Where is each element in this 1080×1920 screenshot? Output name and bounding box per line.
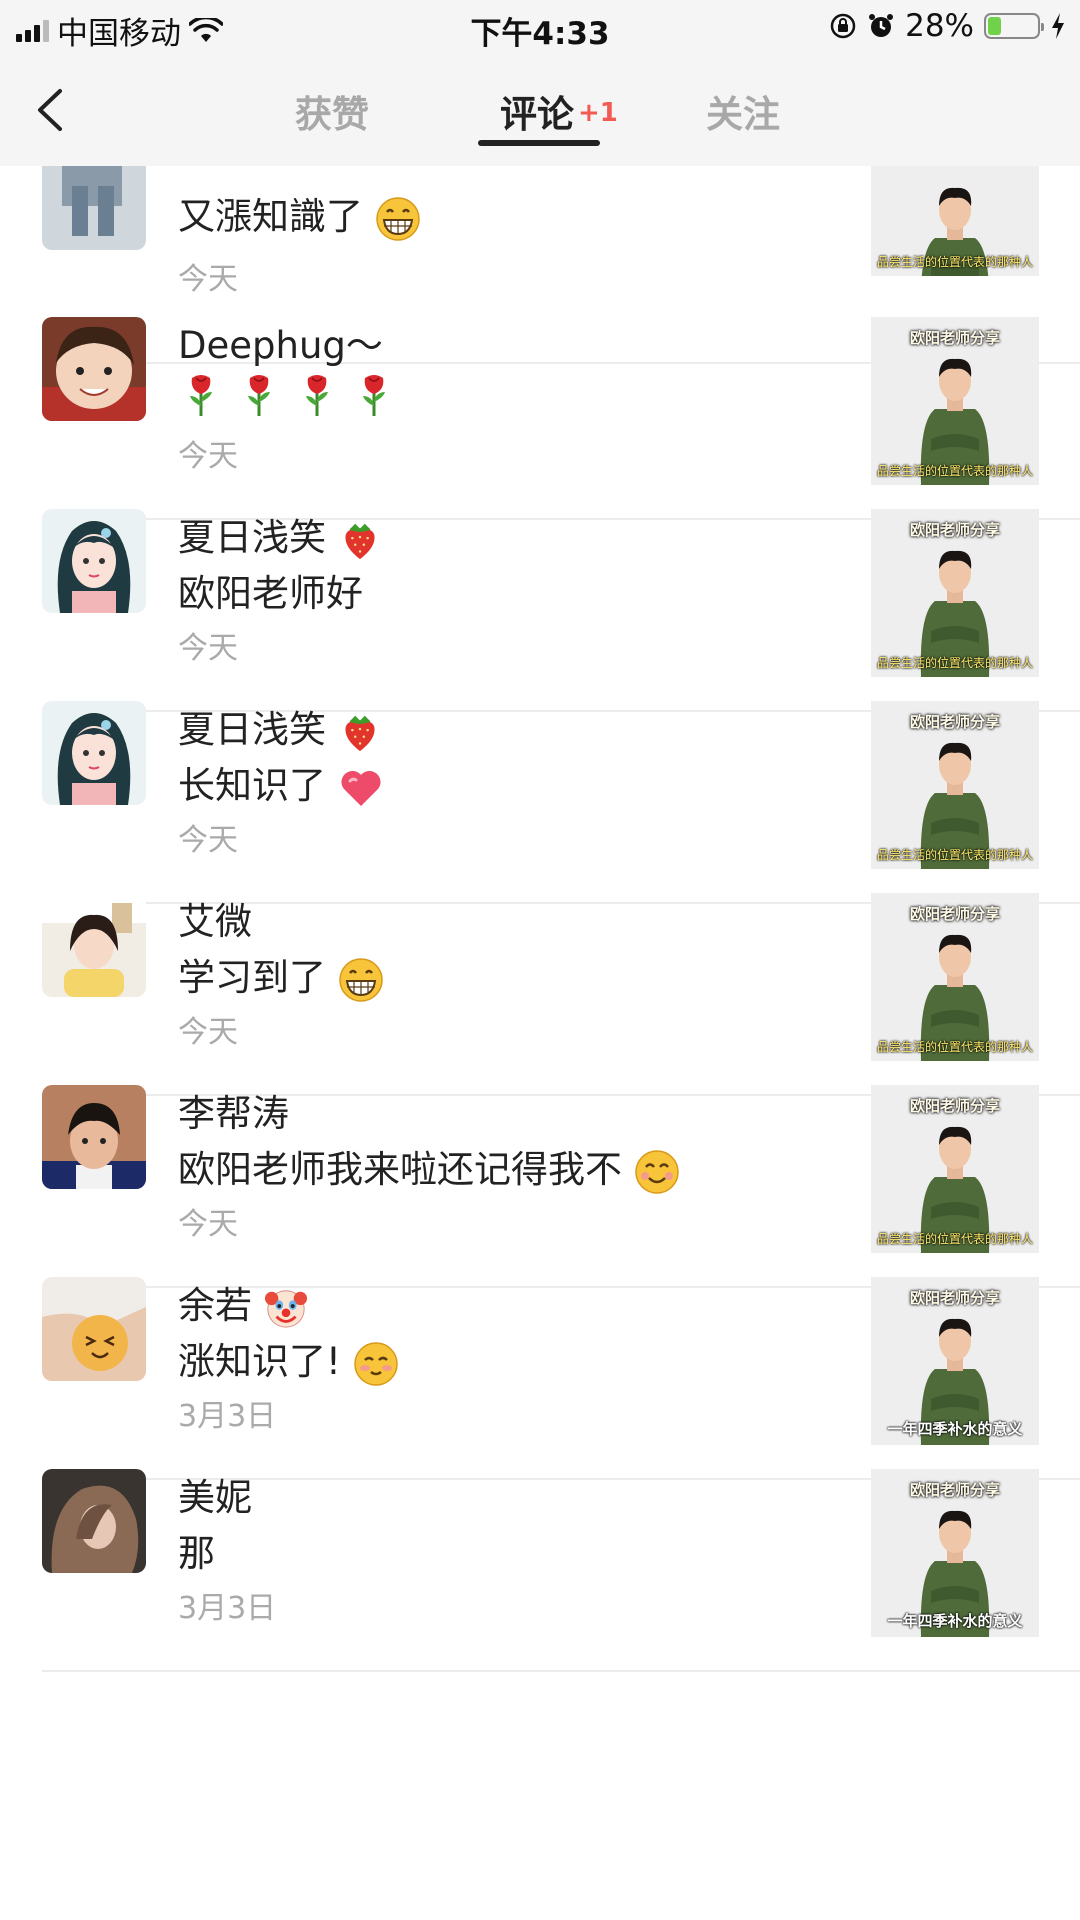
video-thumbnail[interactable]: 欧阳老师分享 品尝生活的位置代表的那种人 — [871, 701, 1039, 869]
comment-username[interactable]: 夏日浅笑 — [178, 507, 382, 562]
status-bar: 中国移动 下午4:33 28% — [0, 0, 1080, 54]
smile-icon — [635, 1149, 679, 1194]
comment-username[interactable]: 艾微 — [178, 891, 252, 945]
row-divider — [42, 1670, 1080, 1672]
video-thumbnail[interactable]: 欧阳老师分享 品尝生活的位置代表的那种人 — [871, 509, 1039, 677]
thumbnail-title: 欧阳老师分享 — [909, 1481, 1000, 1499]
blush-icon — [353, 1341, 398, 1386]
thumbnail-title: 欧阳老师分享 — [909, 1097, 1000, 1115]
comment-time: 今天 — [178, 823, 238, 858]
thumbnail-caption: 品尝生活的位置代表的那种人 — [876, 255, 1033, 269]
strawberry-icon — [345, 523, 375, 559]
thumbnail-title: 欧阳老师分享 — [909, 1289, 1000, 1307]
strawberry-icon — [345, 715, 375, 751]
video-thumbnail[interactable]: 欧阳老师分享 品尝生活的位置代表的那种人 — [871, 1085, 1039, 1253]
user-avatar[interactable] — [42, 509, 146, 613]
comment-time: 今天 — [178, 631, 238, 666]
tab-likes[interactable]: 获赞 — [295, 84, 369, 138]
tab-following[interactable]: 关注 — [706, 84, 780, 138]
user-avatar[interactable] — [42, 1085, 146, 1189]
thumbnail-caption: 一年四季补水的意义 — [887, 1612, 1023, 1630]
battery-icon — [984, 13, 1044, 39]
back-arrow-icon[interactable] — [34, 88, 66, 132]
rose-icon — [305, 374, 328, 416]
comment-text: 欧阳老师好 — [178, 572, 363, 615]
charging-icon — [1052, 13, 1064, 39]
alarm-icon — [869, 14, 894, 37]
comment-username[interactable]: 李帮涛 — [178, 1083, 289, 1137]
video-thumbnail[interactable]: 欧阳老师分享 品尝生活的位置代表的那种人 — [871, 317, 1039, 485]
battery-percent: 28% — [905, 8, 974, 44]
thumbnail-title: 欧阳老师分享 — [909, 521, 1000, 539]
comment-time: 3月3日 — [178, 1399, 277, 1434]
thumbnail-title: 欧阳老师分享 — [909, 329, 1000, 347]
rose-emojis — [178, 371, 397, 416]
comment-text — [178, 371, 397, 418]
comment-time: 今天 — [178, 1015, 238, 1050]
active-tab-indicator — [478, 140, 600, 146]
user-avatar[interactable] — [42, 893, 146, 997]
comment-time: 3月3日 — [178, 1591, 277, 1626]
comment-username[interactable]: 余若 — [178, 1275, 308, 1330]
grin-icon — [376, 196, 420, 241]
comment-username[interactable]: Deephug～ — [178, 315, 383, 369]
tab-comments[interactable]: 评论 +1 — [500, 84, 618, 138]
video-thumbnail[interactable]: 欧阳老师分享 品尝生活的位置代表的那种人 — [871, 893, 1039, 1061]
rose-icon — [247, 374, 270, 416]
clown-icon — [264, 1289, 307, 1328]
comment-username[interactable]: 美妮 — [178, 1467, 252, 1521]
comment-time: 今天 — [178, 1207, 238, 1242]
rose-icon — [190, 374, 212, 416]
new-count-badge: +1 — [578, 98, 618, 128]
comment-text: 欧阳老师我来啦还记得我不 — [178, 1139, 680, 1195]
comment-text: 学习到了 — [178, 947, 384, 1003]
thumbnail-title: 欧阳老师分享 — [909, 905, 1000, 923]
user-avatar[interactable] — [42, 1277, 146, 1381]
grin-icon — [339, 957, 383, 1002]
status-right: 28% — [829, 8, 1066, 44]
thumbnail-title: 欧阳老师分享 — [909, 713, 1000, 731]
comment-text: 那 — [178, 1532, 215, 1575]
rotation-lock-icon — [830, 13, 856, 39]
thumbnail-caption: 一年四季补水的意义 — [887, 1420, 1023, 1438]
tab-header: 获赞 评论 +1 关注 — [0, 54, 1080, 166]
user-avatar[interactable] — [42, 317, 146, 421]
heart-icon — [341, 770, 381, 806]
video-thumbnail[interactable]: 欧阳老师分享一年四季补水的意义 — [871, 1277, 1039, 1445]
user-avatar[interactable] — [42, 701, 146, 805]
comment-text: 又漲知識了 — [178, 186, 421, 242]
user-avatar[interactable] — [42, 1469, 146, 1573]
comment-text: 涨知识了! — [178, 1331, 399, 1387]
comment-text: 长知识了 — [178, 755, 384, 811]
rose-icon — [363, 374, 386, 416]
comment-row[interactable]: 美妮那 3月3日 欧阳老师分享一年四季补水的意义 — [0, 1437, 1080, 1672]
comment-username[interactable]: 夏日浅笑 — [178, 699, 382, 754]
video-thumbnail[interactable]: 欧阳老师分享一年四季补水的意义 — [871, 1469, 1039, 1637]
comment-time: 今天 — [178, 439, 238, 474]
